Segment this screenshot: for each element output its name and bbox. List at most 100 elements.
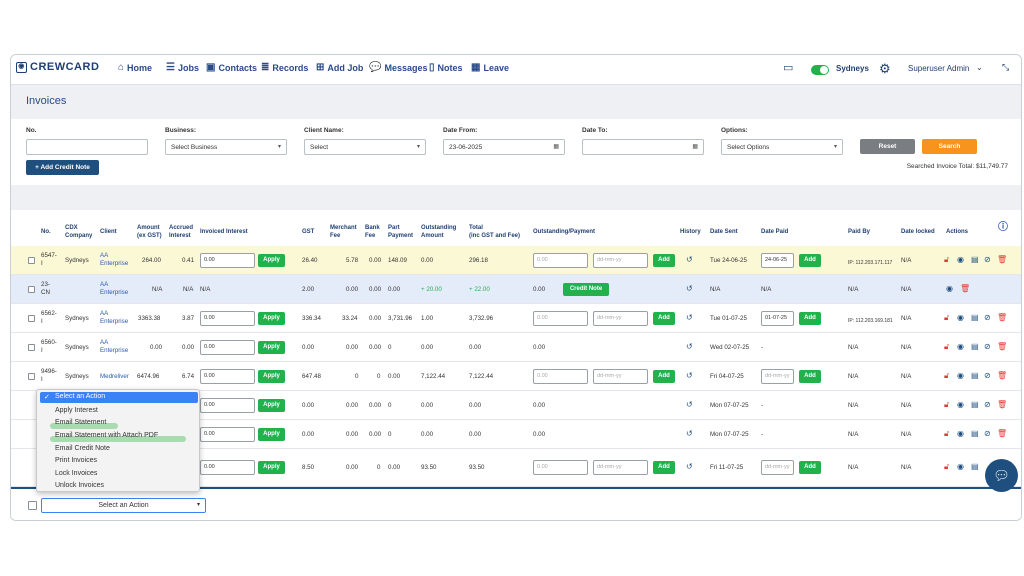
eye-icon[interactable]: ◉ <box>957 430 964 438</box>
date-paid-input[interactable]: 01-07-25 <box>761 311 794 326</box>
user-name[interactable]: Superuser Admin <box>908 64 969 73</box>
row-checkbox[interactable] <box>28 373 35 380</box>
crewcard-logo[interactable]: ◉ CREWCARD <box>16 61 99 73</box>
payment-date-input[interactable]: dd-mm-yy <box>593 311 648 326</box>
payment-date-input[interactable]: dd-mm-yy <box>593 369 648 384</box>
unlock-icon[interactable]: 🔓︎ <box>944 343 949 351</box>
calendar-icon[interactable]: ▦ <box>692 143 698 150</box>
table-row[interactable]: 6547- I Sydneys AA Enterprise 264.00 0.41 … <box>11 246 1021 275</box>
collapse-icon[interactable]: ⤡ <box>1002 62 1009 73</box>
apply-button[interactable]: Apply <box>258 341 285 354</box>
nav-home[interactable]: ⌂ Home <box>118 62 152 73</box>
date-paid-input[interactable]: dd-mm-yy <box>761 369 794 384</box>
history-icon[interactable]: ↺ <box>686 372 693 380</box>
document-icon[interactable]: ▤ <box>971 372 979 380</box>
payment-amount-input[interactable]: 0.00 <box>533 311 588 326</box>
block-icon[interactable]: ⊘ <box>984 343 991 351</box>
document-icon[interactable]: ▤ <box>971 343 979 351</box>
document-icon[interactable]: ▤ <box>971 463 979 471</box>
nav-add-job[interactable]: ⊞ Add Job <box>316 62 363 73</box>
history-icon[interactable]: ↺ <box>686 256 693 264</box>
client-link[interactable]: AA Enterprise <box>100 310 128 326</box>
block-icon[interactable]: ⊘ <box>984 372 991 380</box>
unlock-icon[interactable]: 🔓︎ <box>944 314 949 322</box>
eye-icon[interactable]: ◉ <box>957 314 964 322</box>
date-to-input[interactable]: ▦ <box>582 139 704 155</box>
dropdown-option-lock-invoices[interactable]: Lock Invoices <box>55 470 97 477</box>
document-icon[interactable]: ▤ <box>971 314 979 322</box>
unlock-icon[interactable]: 🔓︎ <box>944 430 949 438</box>
add-date-paid-button[interactable]: Add <box>799 461 821 474</box>
nav-messages[interactable]: 💬 Messages <box>369 62 427 73</box>
invoiced-interest-input[interactable]: 0.00 <box>200 253 255 268</box>
block-icon[interactable]: ⊘ <box>984 256 991 264</box>
history-icon[interactable]: ↺ <box>686 430 693 438</box>
history-icon[interactable]: ↺ <box>686 401 693 409</box>
payment-amount-input[interactable]: 0.00 <box>533 253 588 268</box>
eye-icon[interactable]: ◉ <box>957 343 964 351</box>
history-icon[interactable]: ↺ <box>686 285 693 293</box>
eye-icon[interactable]: ◉ <box>957 256 964 264</box>
nav-records[interactable]: ≣ Records <box>261 62 308 73</box>
credit-note-button[interactable]: Credit Note <box>563 283 609 296</box>
unlock-icon[interactable]: 🔓︎ <box>944 256 949 264</box>
add-date-paid-button[interactable]: Add <box>799 370 821 383</box>
table-row[interactable]: 6560- I Sydneys AA Enterprise 0.00 0.00 0.… <box>11 333 1021 362</box>
reset-button[interactable]: Reset <box>860 139 915 154</box>
dropdown-option-email-statement-pdf[interactable]: Email Statement with Attach PDF <box>55 432 158 439</box>
client-link[interactable]: AA Enterprise <box>100 252 128 268</box>
document-icon[interactable]: ▤ <box>971 430 979 438</box>
eye-icon[interactable]: ◉ <box>957 401 964 409</box>
history-icon[interactable]: ↺ <box>686 314 693 322</box>
add-payment-button[interactable]: Add <box>653 312 675 325</box>
apply-button[interactable]: Apply <box>258 399 285 412</box>
trash-icon[interactable]: 🗑︎ <box>997 372 1007 380</box>
invoiced-interest-input[interactable]: 0.00 <box>200 427 255 442</box>
table-row[interactable]: 6562- I Sydneys AA Enterprise 3363.38 3.87… <box>11 304 1021 333</box>
dropdown-option-apply-interest[interactable]: Apply Interest <box>55 407 98 414</box>
trash-icon[interactable]: 🗑︎ <box>997 256 1007 264</box>
invoiced-interest-input[interactable]: 0.00 <box>200 369 255 384</box>
add-date-paid-button[interactable]: Add <box>799 254 821 267</box>
invoice-no[interactable]: 6560- I <box>41 339 57 355</box>
eye-icon[interactable]: ◉ <box>957 372 964 380</box>
invoice-no-input[interactable] <box>26 139 148 155</box>
table-row[interactable]: 9496- I Sydneys Medreliver 6474.96 6.74 0… <box>11 362 1021 391</box>
eye-icon[interactable]: ◉ <box>946 285 953 293</box>
row-checkbox[interactable] <box>28 315 35 322</box>
date-paid-input[interactable]: 24-06-25 <box>761 253 794 268</box>
history-icon[interactable]: ↺ <box>686 343 693 351</box>
chat-bubble-button[interactable]: 💬︎ <box>985 459 1018 492</box>
toggle-switch[interactable] <box>811 65 829 75</box>
business-select[interactable]: Select Business ▾ <box>165 139 287 155</box>
apply-button[interactable]: Apply <box>258 370 285 383</box>
chevron-down-icon[interactable]: ⌄ <box>976 63 983 72</box>
client-link[interactable]: Medreliver <box>100 373 129 381</box>
nav-leave[interactable]: ▦ Leave <box>471 62 509 73</box>
train-icon[interactable]: ▭ <box>783 61 793 74</box>
invoice-no[interactable]: 23- CN <box>41 281 50 297</box>
eye-icon[interactable]: ◉ <box>957 463 964 471</box>
add-payment-button[interactable]: Add <box>653 461 675 474</box>
trash-icon[interactable]: 🗑︎ <box>997 401 1007 409</box>
add-credit-note-button[interactable]: + Add Credit Note <box>26 160 99 175</box>
payment-date-input[interactable]: dd-mm-yy <box>593 460 648 475</box>
select-all-checkbox[interactable] <box>28 501 37 510</box>
block-icon[interactable]: ⊘ <box>984 401 991 409</box>
trash-icon[interactable]: 🗑︎ <box>997 314 1007 322</box>
table-row[interactable]: 23- CN AA Enterprise N/A N/A N/A 2.00 0.00… <box>11 275 1021 304</box>
add-payment-button[interactable]: Add <box>653 254 675 267</box>
unlock-icon[interactable]: 🔓︎ <box>944 401 949 409</box>
info-icon[interactable]: ⓘ <box>998 223 1008 233</box>
date-from-input[interactable]: 23-06-2025 ▦ <box>443 139 565 155</box>
date-paid-input[interactable]: dd-mm-yy <box>761 460 794 475</box>
block-icon[interactable]: ⊘ <box>984 314 991 322</box>
row-checkbox[interactable] <box>28 257 35 264</box>
dropdown-option-selected[interactable]: ✓ Select an Action <box>40 392 198 403</box>
calendar-icon[interactable]: ▦ <box>553 143 559 150</box>
nav-jobs[interactable]: ☰ Jobs <box>166 62 199 73</box>
unlock-icon[interactable]: 🔓︎ <box>944 463 949 471</box>
row-checkbox[interactable] <box>28 344 35 351</box>
gear-icon[interactable]: ⚙ <box>879 61 891 77</box>
trash-icon[interactable]: 🗑︎ <box>997 343 1007 351</box>
